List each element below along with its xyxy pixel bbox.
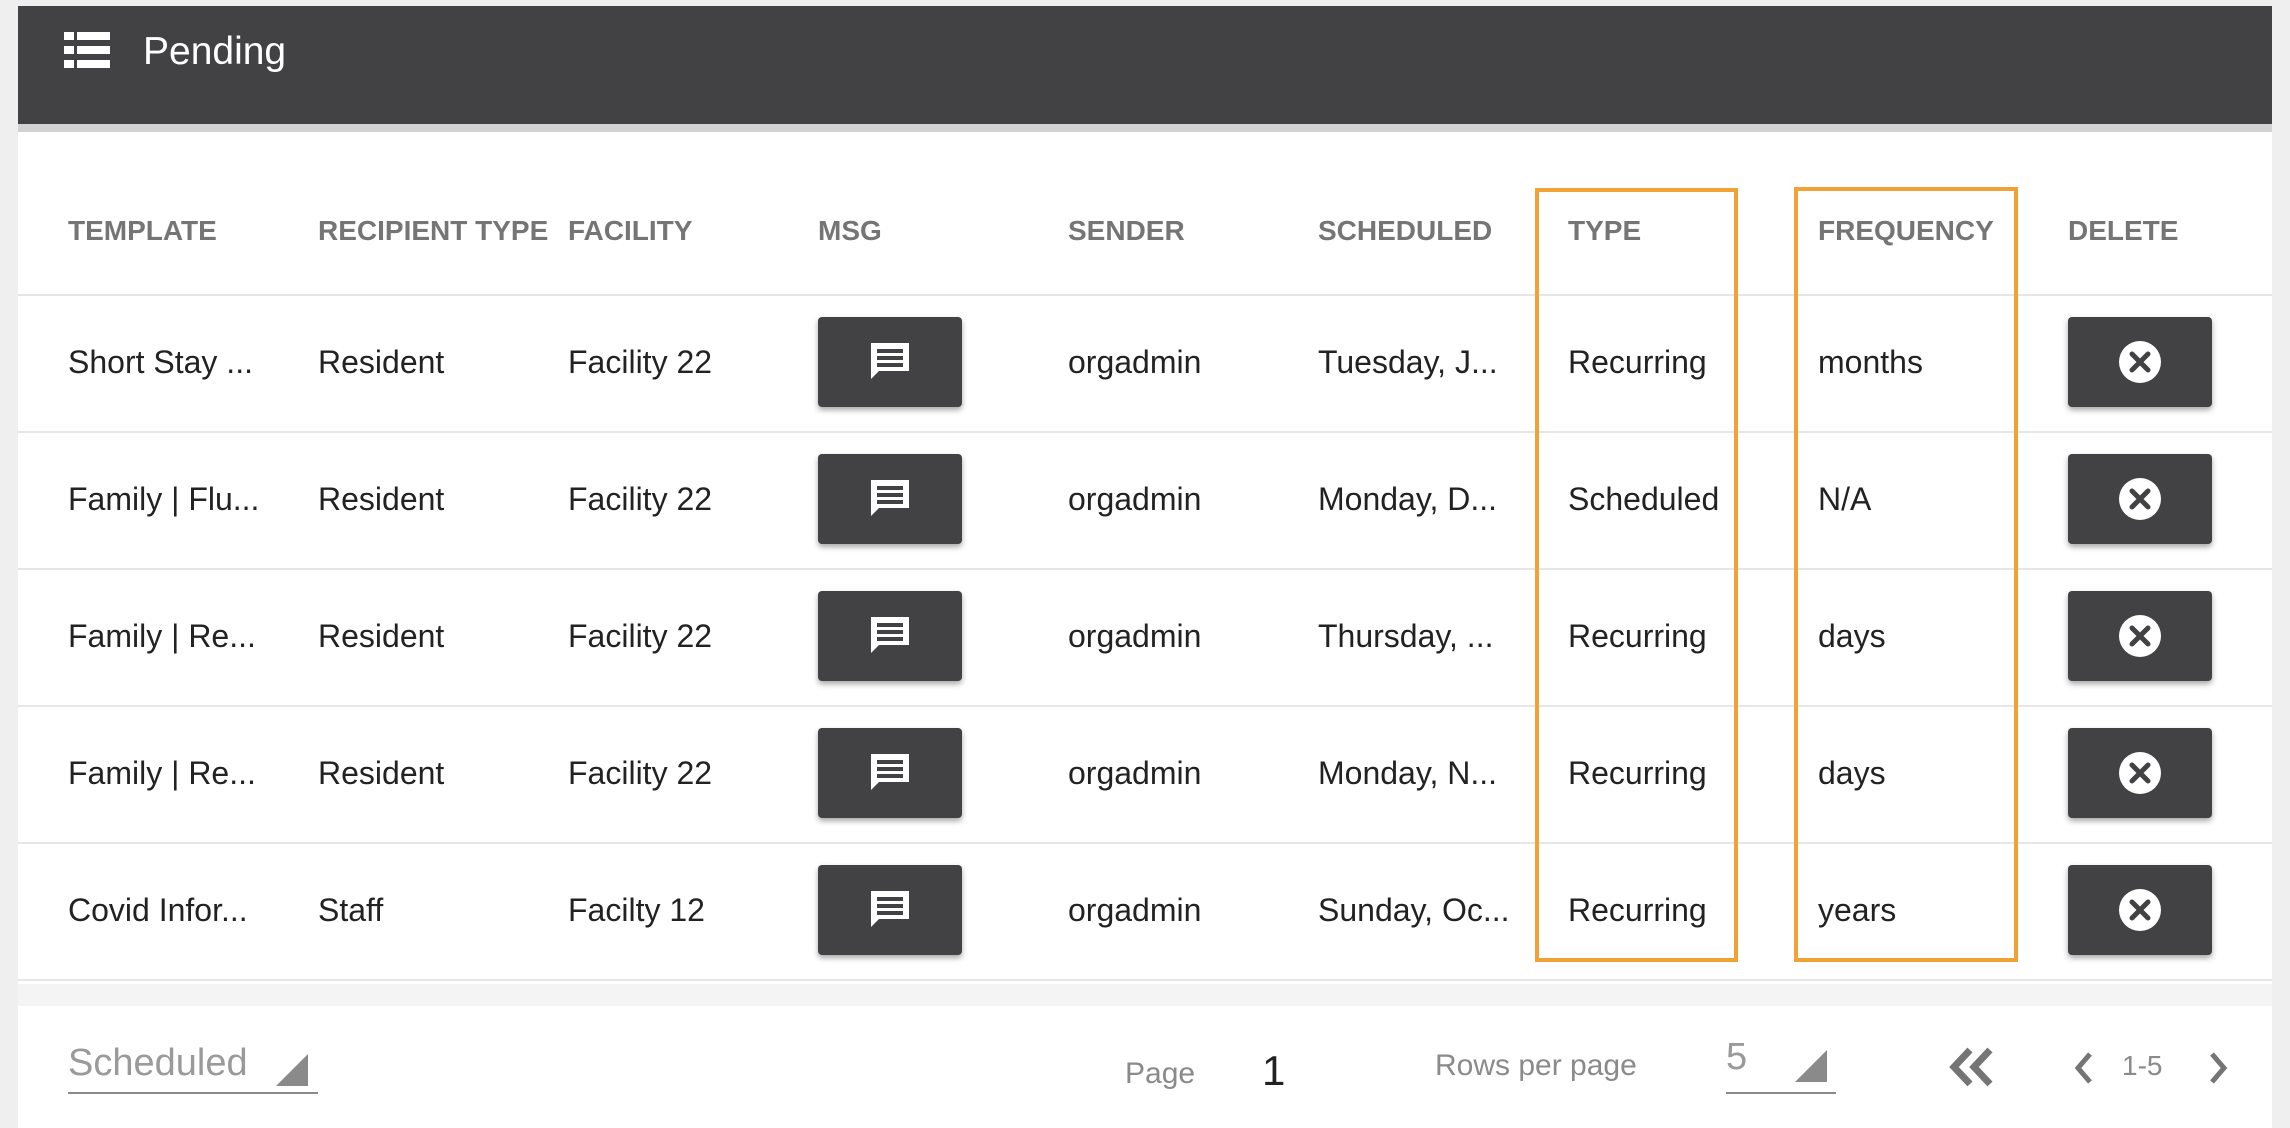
message-icon [871,617,909,653]
header-col-delete: DELETE [2068,215,2179,246]
page-label: Page [1125,1057,1196,1090]
view-message-button[interactable] [818,317,962,407]
header-col-msg: MSG [818,215,882,246]
close-circle-icon [2119,341,2161,383]
filter-select-value: Scheduled [68,1042,248,1084]
cell-sender: orgadmin [1068,618,1202,654]
delete-button[interactable] [2068,317,2212,407]
message-icon [871,343,909,379]
page-range: 1-5 [2122,1050,2163,1081]
message-icon [871,754,909,790]
cell-template: Family | Re... [68,755,256,791]
header-col-recipient-type: RECIPIENT TYPE [318,215,549,246]
close-circle-icon [2119,752,2161,794]
table-footer: Scheduled Page 1 Rows per page 5 1-5 [18,984,2272,1128]
cell-facility: Facility 22 [568,618,713,654]
cell-scheduled: Thursday, ... [1318,618,1494,654]
filter-select-underline [68,1092,318,1094]
header-col-sender: SENDER [1068,215,1185,246]
rows-per-page-label: Rows per page [1435,1049,1637,1082]
row-divider [18,979,2272,981]
page-number[interactable]: 1 [1262,1045,1285,1097]
rows-per-page-dropdown-icon[interactable] [1795,1050,1827,1082]
cell-scheduled: Sunday, Oc... [1318,892,1510,928]
type-column-highlight [1535,188,1738,962]
cell-facility: Facility 22 [568,481,713,517]
close-circle-icon [2119,615,2161,657]
view-message-button[interactable] [818,865,962,955]
cell-facility: Facility 22 [568,755,713,791]
rows-per-page-value: 5 [1726,1036,1748,1078]
frequency-column-highlight [1794,187,2018,962]
cell-recipient-type: Resident [318,481,445,517]
cell-template: Short Stay ... [68,344,253,380]
cell-sender: orgadmin [1068,892,1202,928]
delete-button[interactable] [2068,591,2212,681]
message-icon [871,891,909,927]
cell-scheduled: Monday, D... [1318,481,1498,517]
cell-template: Family | Flu... [68,481,260,517]
filter-dropdown-icon[interactable] [276,1054,308,1086]
cell-scheduled: Monday, N... [1318,755,1498,791]
cell-sender: orgadmin [1068,755,1202,791]
close-circle-icon [2119,478,2161,520]
cell-scheduled: Tuesday, J... [1318,344,1498,380]
cell-sender: orgadmin [1068,481,1202,517]
cell-facility: Facility 22 [568,344,713,380]
cell-recipient-type: Resident [318,344,445,380]
cell-recipient-type: Resident [318,755,445,791]
close-circle-icon [2119,889,2161,931]
top-bar: Pending [18,6,2272,132]
cell-template: Covid Infor... [68,892,248,928]
message-icon [871,480,909,516]
first-page-icon[interactable] [1946,1044,1998,1090]
cell-template: Family | Re... [68,618,256,654]
header-col-template: TEMPLATE [68,215,217,246]
header-col-scheduled: SCHEDULED [1318,215,1493,246]
delete-button[interactable] [2068,728,2212,818]
cell-sender: orgadmin [1068,344,1202,380]
cell-recipient-type: Staff [318,892,384,928]
next-page-icon[interactable] [2204,1048,2232,1088]
cell-recipient-type: Resident [318,618,445,654]
delete-button[interactable] [2068,865,2212,955]
previous-page-icon[interactable] [2070,1048,2098,1088]
view-message-button[interactable] [818,728,962,818]
page-title: Pending [143,30,287,73]
rows-per-page-underline [1726,1092,1836,1094]
view-message-button[interactable] [818,454,962,544]
pending-card: Pending TEMPLATE RECIPIENT TYPE FACILITY MS… [18,6,2272,1128]
view-message-button[interactable] [818,591,962,681]
header-col-facility: FACILITY [568,215,693,246]
delete-button[interactable] [2068,454,2212,544]
list-icon [64,32,110,68]
cell-facility: Facilty 12 [568,892,705,928]
